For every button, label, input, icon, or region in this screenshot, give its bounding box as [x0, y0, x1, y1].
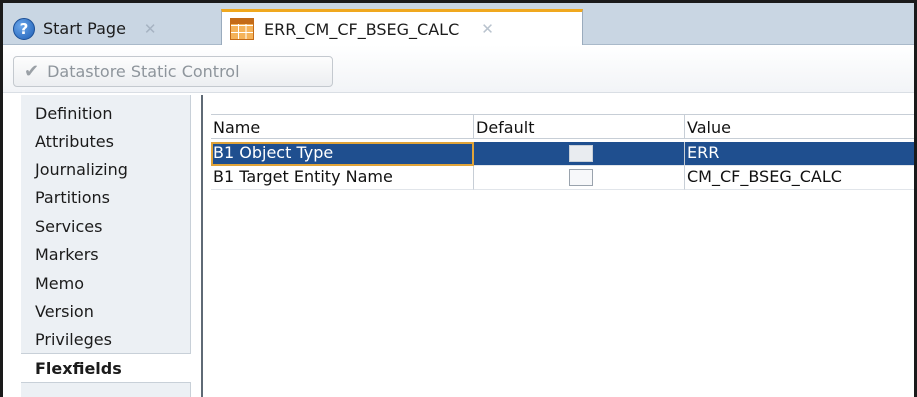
flexfields-table: Name Default Value B1 Object Type ERR B1… — [211, 114, 914, 190]
sidebar-item-attributes[interactable]: Attributes — [35, 129, 114, 155]
tab-start-page[interactable]: ? Start Page ✕ — [5, 12, 215, 45]
tab-label: Start Page — [43, 19, 126, 38]
sidebar-item-journalizing[interactable]: Journalizing — [35, 157, 128, 183]
table-icon — [230, 18, 254, 40]
cell-name[interactable]: B1 Target Entity Name — [211, 166, 474, 190]
table-header-row: Name Default Value — [211, 115, 914, 139]
column-header-value[interactable]: Value — [685, 115, 914, 139]
cell-default — [474, 166, 685, 190]
sidebar-item-partitions[interactable]: Partitions — [35, 185, 110, 211]
sidebar-item-markers[interactable]: Markers — [35, 242, 99, 268]
cell-name[interactable]: B1 Object Type — [211, 142, 474, 166]
table-row[interactable]: B1 Target Entity Name CM_CF_BSEG_CALC — [211, 166, 914, 190]
editor-window: ? Start Page ✕ ERR_CM_CF_BSEG_CALC ✕ ✔ D… — [0, 0, 917, 397]
tab-err-cm-cf-bseg-calc[interactable]: ERR_CM_CF_BSEG_CALC ✕ — [221, 9, 583, 46]
column-header-default[interactable]: Default — [474, 115, 685, 139]
tab-label: ERR_CM_CF_BSEG_CALC — [264, 19, 460, 39]
column-header-name[interactable]: Name — [211, 115, 474, 139]
sidebar-nav: Definition Attributes Journalizing Parti… — [21, 95, 191, 397]
cell-value[interactable]: CM_CF_BSEG_CALC — [685, 166, 914, 190]
default-checkbox[interactable] — [569, 169, 593, 186]
sidebar-item-services[interactable]: Services — [35, 214, 102, 240]
default-checkbox[interactable] — [569, 145, 593, 162]
button-label: Datastore Static Control — [47, 62, 240, 81]
toolbar: ✔ Datastore Static Control — [3, 45, 914, 93]
tab-bar: ? Start Page ✕ ERR_CM_CF_BSEG_CALC ✕ — [3, 3, 914, 46]
flexfields-panel: Name Default Value B1 Object Type ERR B1… — [201, 95, 914, 397]
close-icon[interactable]: ✕ — [481, 20, 494, 38]
cell-default — [474, 142, 685, 166]
sidebar-item-definition[interactable]: Definition — [35, 101, 112, 127]
checkmark-icon: ✔ — [24, 61, 40, 82]
table-row[interactable]: B1 Object Type ERR — [211, 142, 914, 166]
sidebar-item-privileges[interactable]: Privileges — [35, 327, 112, 353]
help-icon: ? — [13, 17, 35, 40]
datastore-static-control-button[interactable]: ✔ Datastore Static Control — [13, 56, 333, 87]
sidebar-item-version[interactable]: Version — [35, 299, 94, 325]
cell-value[interactable]: ERR — [685, 142, 914, 166]
close-icon[interactable]: ✕ — [144, 20, 157, 38]
sidebar-item-memo[interactable]: Memo — [35, 271, 84, 297]
sidebar-item-flexfields[interactable]: Flexfields — [35, 356, 122, 382]
